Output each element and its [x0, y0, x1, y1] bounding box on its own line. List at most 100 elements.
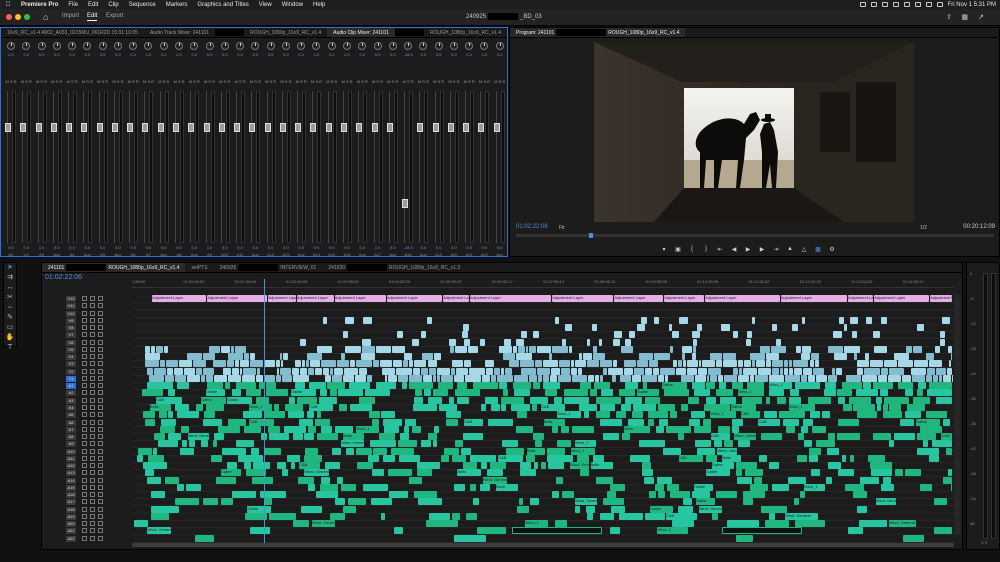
audio-clip[interactable]: Wind, General [734, 433, 756, 441]
video-clip[interactable] [329, 367, 334, 375]
video-clip[interactable] [658, 374, 665, 382]
audio-clip[interactable] [600, 403, 616, 411]
audio-clip[interactable] [856, 505, 868, 513]
play-icon[interactable]: ▶ [744, 246, 752, 253]
track-name-label[interactable]: A17 [66, 499, 76, 506]
audio-clip[interactable] [632, 403, 657, 411]
audio-clip[interactable] [316, 411, 322, 419]
audio-clip[interactable] [511, 403, 530, 411]
pan-value[interactable]: 0.0 [431, 52, 447, 57]
mute-solo-record-buttons[interactable]: M S R [476, 79, 492, 84]
audio-clip[interactable] [343, 505, 357, 513]
audio-clip[interactable] [282, 469, 289, 477]
audio-clip[interactable] [518, 498, 524, 506]
share-icon[interactable]: ⇧ [946, 13, 952, 21]
timeline-horizontal-scrollbar[interactable] [132, 543, 954, 547]
mute-solo-record-buttons[interactable]: M S R [186, 79, 202, 84]
video-clip[interactable] [144, 353, 161, 361]
audio-clip[interactable] [639, 440, 666, 448]
wifi-icon[interactable] [903, 2, 910, 7]
video-clip[interactable] [349, 360, 356, 368]
audio-clip[interactable]: Gathe [661, 382, 688, 390]
video-clip[interactable] [594, 374, 600, 382]
audio-clip[interactable]: Gathe [916, 418, 940, 426]
video-clip[interactable] [866, 316, 872, 324]
video-clip[interactable] [815, 360, 820, 368]
video-clip[interactable] [549, 374, 558, 382]
audio-clip[interactable]: Gathe [291, 389, 316, 397]
audio-clip[interactable] [367, 454, 379, 462]
tab-export[interactable]: Export [106, 13, 123, 19]
audio-clip[interactable] [647, 411, 669, 419]
video-clip[interactable] [760, 345, 770, 353]
track-name-label[interactable]: A11 [66, 455, 76, 462]
video-clip[interactable] [749, 353, 766, 361]
video-clip[interactable] [733, 367, 738, 375]
audio-clip[interactable]: Bells [496, 483, 519, 491]
audio-clip[interactable] [542, 382, 561, 390]
audio-clip[interactable] [812, 425, 826, 433]
video-clip[interactable] [307, 367, 314, 375]
pan-value[interactable]: 0.0 [446, 52, 462, 57]
track-name-label[interactable]: V4 [66, 354, 76, 361]
audio-clip[interactable] [642, 382, 648, 390]
track-name-label[interactable]: A12 [66, 463, 76, 470]
audio-clip[interactable] [712, 512, 719, 520]
audio-clip[interactable] [681, 403, 689, 411]
audio-clip[interactable] [928, 382, 952, 390]
audio-clip[interactable] [499, 382, 507, 390]
audio-clip[interactable] [142, 462, 167, 470]
pan-knob-icon[interactable] [251, 42, 260, 50]
video-clip[interactable] [455, 345, 467, 353]
audio-clip[interactable] [238, 454, 263, 462]
export-frame-icon[interactable]: ▣ [674, 246, 682, 253]
audio-clip[interactable] [590, 389, 597, 397]
video-clip[interactable] [543, 360, 558, 368]
audio-clip[interactable] [599, 512, 614, 520]
video-clip[interactable] [828, 345, 844, 353]
track-name-label[interactable]: A8 [66, 434, 76, 441]
audio-clip[interactable]: Gathe [695, 498, 716, 506]
video-clip[interactable] [710, 374, 718, 382]
apple-menu-icon[interactable]:  [0, 1, 16, 8]
video-clip[interactable] [231, 345, 235, 353]
audio-clip[interactable] [145, 418, 155, 426]
mute-icon[interactable] [90, 426, 95, 432]
audio-clip[interactable] [838, 469, 854, 477]
audio-clip[interactable] [427, 396, 442, 404]
track-name-label[interactable]: V10 [66, 310, 76, 317]
eye-icon[interactable] [90, 375, 95, 381]
video-clip[interactable] [935, 345, 941, 353]
video-clip[interactable] [144, 360, 159, 368]
menu-file[interactable]: File [63, 2, 83, 8]
audio-clip[interactable] [515, 425, 533, 433]
pan-value[interactable]: 0.0 [232, 52, 248, 57]
status-icon[interactable] [870, 2, 877, 7]
audio-clip[interactable] [615, 411, 627, 419]
timeline-vertical-scrollbar[interactable] [954, 295, 961, 535]
video-clip[interactable] [427, 316, 433, 324]
audio-clip[interactable] [837, 433, 860, 441]
audio-clip[interactable] [552, 425, 559, 433]
fader-value[interactable]: 0.0 [232, 245, 248, 250]
video-clip[interactable] [914, 360, 929, 368]
video-clip[interactable] [354, 374, 367, 382]
audio-clip[interactable]: Wind_1 [657, 527, 689, 535]
audio-clip[interactable] [152, 447, 158, 455]
video-clip[interactable] [264, 360, 275, 368]
mute-solo-record-buttons[interactable]: M S R [232, 79, 248, 84]
audio-clip[interactable] [802, 418, 814, 426]
video-clip[interactable] [516, 353, 533, 361]
track-name-label[interactable]: A22 [66, 535, 76, 542]
audio-clip[interactable]: Gathe [650, 505, 674, 513]
video-clip[interactable] [737, 374, 749, 382]
audio-clip[interactable] [547, 454, 573, 462]
menubar-clock[interactable]: Fri Nov 1 5:31 PM [948, 2, 996, 8]
video-clip[interactable] [912, 345, 922, 353]
track-name-label[interactable]: A10 [66, 448, 76, 455]
rectangle-tool-icon[interactable]: ▭ [4, 323, 16, 333]
audio-clip[interactable] [441, 454, 449, 462]
video-clip[interactable] [692, 331, 700, 339]
video-clip[interactable] [448, 338, 456, 346]
audio-clip[interactable] [414, 389, 423, 397]
